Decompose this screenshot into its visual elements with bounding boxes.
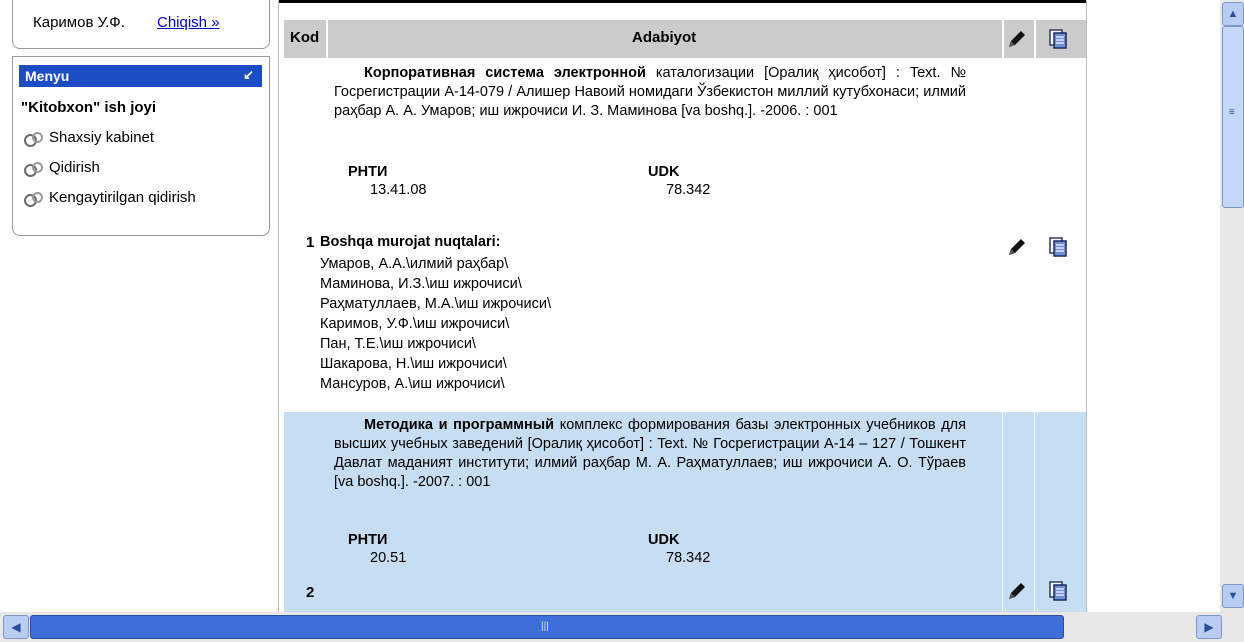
rnti-value: 13.41.08 [370, 182, 427, 198]
menu-header[interactable]: Menyu ↙ [19, 65, 262, 87]
menu-item-kengaytirilgan-qidirish[interactable]: Kengaytirilgan qidirish [23, 189, 196, 207]
column-divider [1002, 20, 1004, 58]
exit-link[interactable]: Chiqish » [157, 14, 220, 31]
left-panel: Каримов У.Ф. Chiqish » Menyu ↙ "Kitobxon… [0, 0, 278, 612]
search-binoculars-icon [23, 131, 43, 147]
results-table: Kod Adabiyot Корпоративная система элект… [284, 20, 1086, 612]
other-access-point: Мансуров, А.\иш ижрочиси\ [320, 376, 505, 392]
column-header-kod[interactable]: Kod [290, 29, 319, 46]
edit-pencil-icon[interactable] [1006, 580, 1028, 602]
menu-title: Menyu [25, 68, 70, 84]
user-box: Каримов У.Ф. Chiqish » [12, 0, 270, 49]
udk-value: 78.342 [666, 182, 711, 198]
column-divider [1002, 412, 1003, 612]
horizontal-scroll-thumb[interactable]: ||| [30, 615, 1064, 639]
column-divider [1034, 412, 1035, 612]
column-divider [1034, 20, 1036, 58]
other-access-point: Раҳматуллаев, М.А.\иш ижрочиси\ [320, 296, 552, 312]
scroll-up-icon[interactable]: ▲ [1222, 2, 1244, 26]
bibliographic-record: Методика и программный комплекс формиров… [334, 417, 966, 490]
menu-section-title: "Kitobxon" ish joyi [21, 99, 157, 116]
table-header: Kod Adabiyot [284, 20, 1086, 58]
grip-icon: ||| [541, 621, 549, 632]
menu-item-qidirish[interactable]: Qidirish [23, 159, 100, 177]
panel-divider [278, 0, 279, 612]
edit-pencil-icon[interactable] [1006, 28, 1028, 50]
other-access-point: Каримов, У.Ф.\иш ижрочиси\ [320, 316, 510, 332]
menu-item-shaxsiy-kabinet[interactable]: Shaxsiy kabinet [23, 129, 155, 147]
udk-value: 78.342 [666, 550, 711, 566]
rnti-value: 20.51 [370, 550, 407, 566]
row-number: 2 [306, 584, 315, 601]
menu-item-label: Qidirish [49, 159, 100, 176]
table-row-selected[interactable]: Методика и программный комплекс формиров… [284, 412, 1086, 612]
udk-label: UDK [648, 532, 680, 548]
column-divider [326, 20, 328, 58]
copy-record-icon[interactable] [1047, 236, 1069, 258]
column-header-adabiyot[interactable]: Adabiyot [632, 29, 696, 46]
bibliographic-record: Корпоративная система электронной катало… [334, 65, 966, 119]
edit-pencil-icon[interactable] [1006, 236, 1028, 258]
menu-item-label: Kengaytirilgan qidirish [49, 189, 196, 206]
copy-record-icon[interactable] [1047, 580, 1069, 602]
user-name: Каримов У.Ф. [33, 14, 125, 31]
menu-box: Menyu ↙ "Kitobxon" ish joyi Shaxsiy kabi… [12, 56, 270, 236]
other-access-points-title: Boshqa murojat nuqtalari: [320, 234, 501, 250]
column-divider [1002, 58, 1003, 412]
rnti-label: РНТИ [348, 532, 388, 548]
other-access-point: Шакарова, Н.\иш ижрочиси\ [320, 356, 507, 372]
other-access-point: Умаров, А.А.\илмий раҳбар\ [320, 256, 509, 272]
copy-record-icon[interactable] [1047, 28, 1069, 50]
other-access-point: Маминова, И.З.\иш ижрочиси\ [320, 276, 522, 292]
vertical-scroll-thumb[interactable]: ≡ [1222, 26, 1244, 208]
udk-label: UDK [648, 164, 680, 180]
collapse-arrow-icon[interactable]: ↙ [243, 67, 254, 83]
scroll-left-icon[interactable]: ◀ [3, 615, 29, 639]
search-binoculars-icon [23, 191, 43, 207]
row-number: 1 [306, 234, 315, 251]
rnti-label: РНТИ [348, 164, 388, 180]
vertical-scrollbar[interactable]: ▲ ≡ ▼ [1220, 0, 1244, 612]
table-row: Корпоративная система электронной катало… [284, 58, 1086, 412]
search-binoculars-icon [23, 161, 43, 177]
scroll-right-icon[interactable]: ▶ [1196, 615, 1222, 639]
horizontal-scrollbar[interactable]: ◀ ||| ▶ [0, 612, 1244, 642]
other-access-point: Пан, Т.Е.\иш ижрочиси\ [320, 336, 476, 352]
scroll-down-icon[interactable]: ▼ [1222, 584, 1244, 608]
right-empty-pane [1086, 0, 1221, 612]
grip-icon: ≡ [1229, 107, 1235, 118]
menu-item-label: Shaxsiy kabinet [49, 129, 155, 146]
